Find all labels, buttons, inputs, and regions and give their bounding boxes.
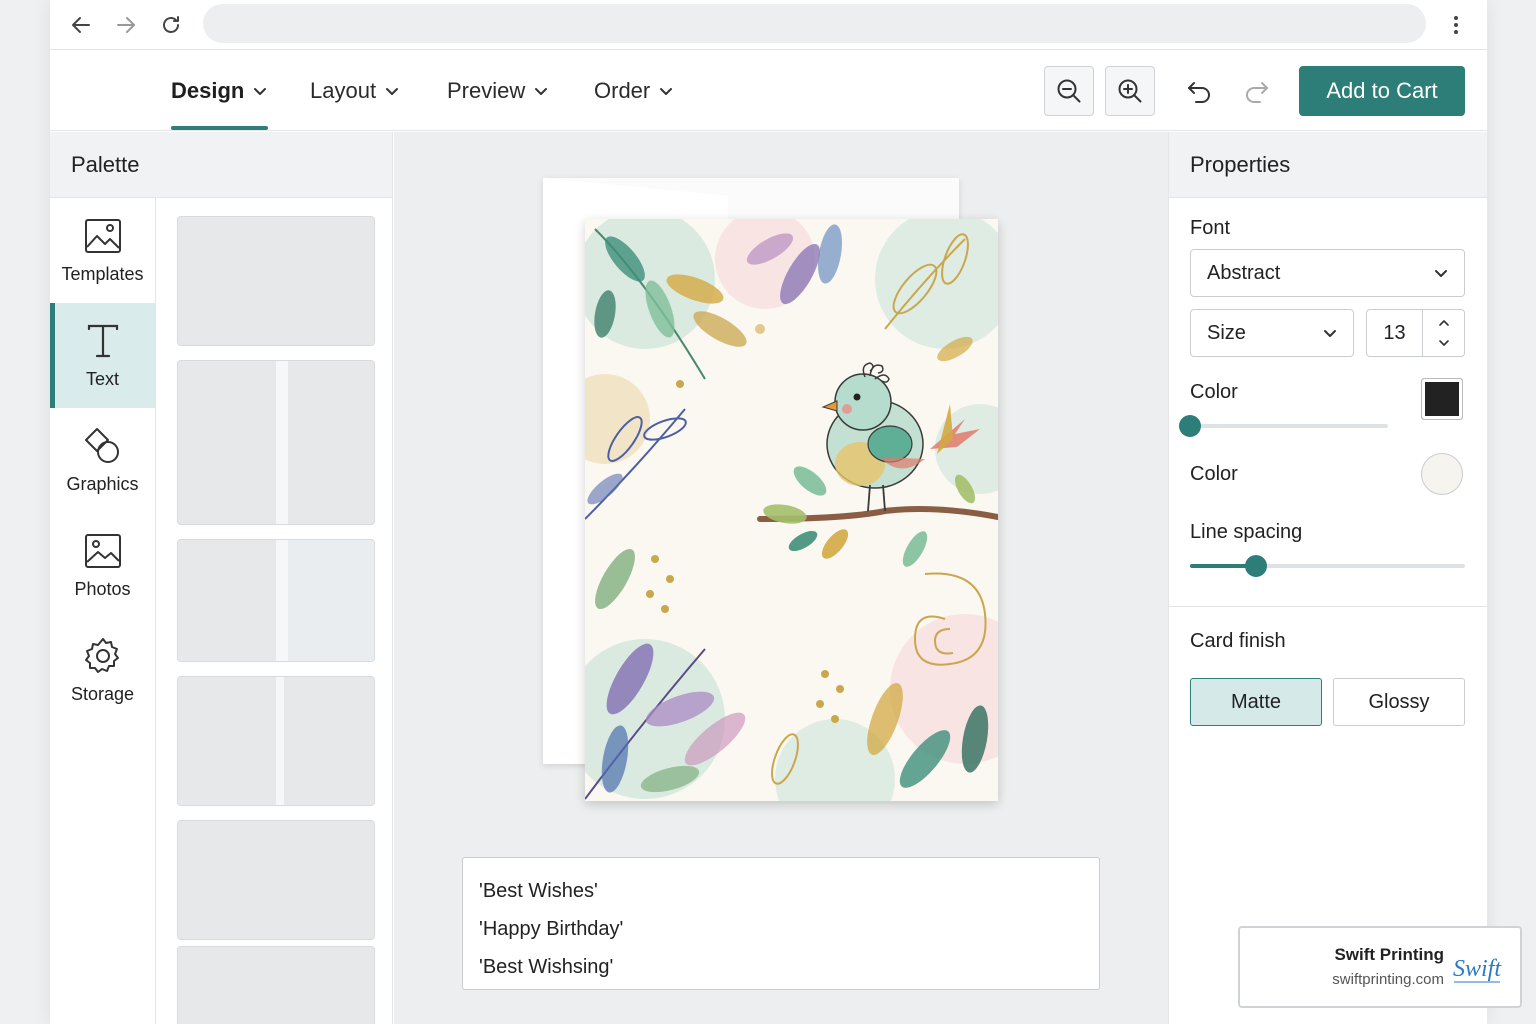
size-select[interactable]: Size [1190,309,1354,357]
brand-url: swiftprinting.com [1332,971,1444,988]
tab-order[interactable]: Order [594,51,674,131]
size-increment-button[interactable] [1433,313,1455,333]
template-thumbnail[interactable] [177,360,375,525]
color-label: Color [1190,381,1238,403]
finish-matte-button[interactable]: Matte [1190,678,1322,726]
divider [1169,606,1487,607]
tab-design[interactable]: Design [171,51,268,131]
template-thumbnail[interactable] [177,820,375,940]
app-toolbar: Design Layout Preview Order Add to Cart [50,51,1487,131]
size-value[interactable]: 13 [1367,310,1423,356]
forward-button[interactable] [109,8,143,42]
undo-button[interactable] [1174,66,1224,116]
chevron-down-icon [1324,330,1336,337]
color-slider-handle[interactable] [1179,415,1201,437]
line-spacing-label: Line spacing [1190,521,1303,543]
tab-label: Order [594,78,651,103]
image-icon [84,219,121,253]
line-spacing-slider-handle[interactable] [1245,555,1267,577]
svg-text:Swift: Swift [1453,956,1502,982]
card-front-artwork[interactable] [585,219,998,801]
text-icon [87,324,118,358]
palette-item-templates[interactable]: Templates [50,198,155,303]
design-canvas: 'Best Wishes' 'Happy Birthday' 'Best Wis… [394,132,1168,1024]
back-button[interactable] [64,8,98,42]
reload-icon [163,16,179,33]
template-thumbnail[interactable] [177,216,375,346]
color-swatch-background[interactable] [1421,453,1463,495]
palette-item-label: Templates [61,264,144,284]
tab-label: Design [171,78,245,103]
redo-button[interactable] [1232,66,1282,116]
palette-item-label: Text [85,369,119,389]
browser-chrome [50,0,1487,50]
font-value: Abstract [1207,261,1281,284]
zoom-in-button[interactable] [1105,66,1155,116]
photo-icon [84,534,121,568]
palette-item-photos[interactable]: Photos [50,513,155,618]
browser-menu-button[interactable] [1439,8,1473,42]
arrow-left-icon [72,17,90,33]
tab-layout[interactable]: Layout [310,51,400,131]
font-label: Font [1190,217,1231,239]
add-to-cart-button[interactable]: Add to Cart [1299,66,1465,116]
text-option[interactable]: 'Happy Birthday' [479,910,1083,948]
brand-logo: Swift [1453,956,1502,983]
tab-preview[interactable]: Preview [447,51,549,131]
properties-title: Properties [1169,132,1487,198]
font-select[interactable]: Abstract [1190,249,1465,297]
palette-nav: Templates Text Graphics Photos Storage [50,198,156,1024]
template-thumbnail[interactable] [177,676,375,806]
gear-icon [84,638,119,673]
chevron-down-icon [254,88,267,95]
app-window: Design Layout Preview Order Add to Cart [50,0,1487,1024]
palette-item-graphics[interactable]: Graphics [50,408,155,513]
palette-panel: Palette Templates Text Graphics Photos S… [50,132,393,1024]
text-options-box[interactable]: 'Best Wishes' 'Happy Birthday' 'Best Wis… [462,857,1100,990]
size-decrement-button[interactable] [1433,333,1455,353]
watercolor-bird-illustration [585,219,998,801]
redo-icon [1246,82,1268,103]
palette-item-text[interactable]: Text [50,303,155,408]
palette-item-label: Graphics [66,474,139,494]
tab-label: Preview [447,78,526,103]
tab-label: Layout [310,78,377,103]
brand-badge: Swift Printing swiftprinting.com Swift [1238,926,1522,1008]
chevron-down-icon [1439,340,1449,346]
chevron-up-icon [1439,320,1449,326]
chevron-down-icon [660,88,673,95]
card-finish-label: Card finish [1190,630,1286,652]
size-stepper[interactable]: 13 [1366,309,1465,357]
reload-button[interactable] [154,8,188,42]
chevron-down-icon [1435,270,1447,277]
color-swatch-text[interactable] [1421,378,1463,420]
address-bar[interactable] [203,4,1426,43]
shapes-icon [84,428,119,463]
template-thumbnail[interactable] [177,539,375,662]
palette-title: Palette [50,132,392,198]
arrow-right-icon [117,17,135,33]
properties-panel: Properties Font Abstract Size 13 Color C… [1168,132,1487,1024]
color-label: Color [1190,463,1238,485]
undo-icon [1188,82,1210,103]
palette-item-storage[interactable]: Storage [50,618,155,723]
chevron-down-icon [535,88,548,95]
chevron-down-icon [386,88,399,95]
zoom-in-icon [1118,79,1142,103]
palette-item-label: Storage [70,684,135,704]
color-slider[interactable] [1179,415,1388,437]
zoom-out-button[interactable] [1044,66,1094,116]
palette-item-label: Photos [74,579,131,599]
text-option[interactable]: 'Best Wishsing' [479,948,1083,986]
brand-name: Swift Printing [1334,945,1444,964]
template-thumbnail[interactable] [177,946,375,1024]
text-option[interactable]: 'Best Wishes' [479,872,1083,910]
size-label: Size [1207,321,1246,344]
zoom-out-icon [1057,79,1081,103]
line-spacing-slider[interactable] [1190,555,1465,577]
active-tab-indicator [171,126,268,130]
kebab-icon [1454,16,1458,34]
finish-glossy-button[interactable]: Glossy [1333,678,1465,726]
